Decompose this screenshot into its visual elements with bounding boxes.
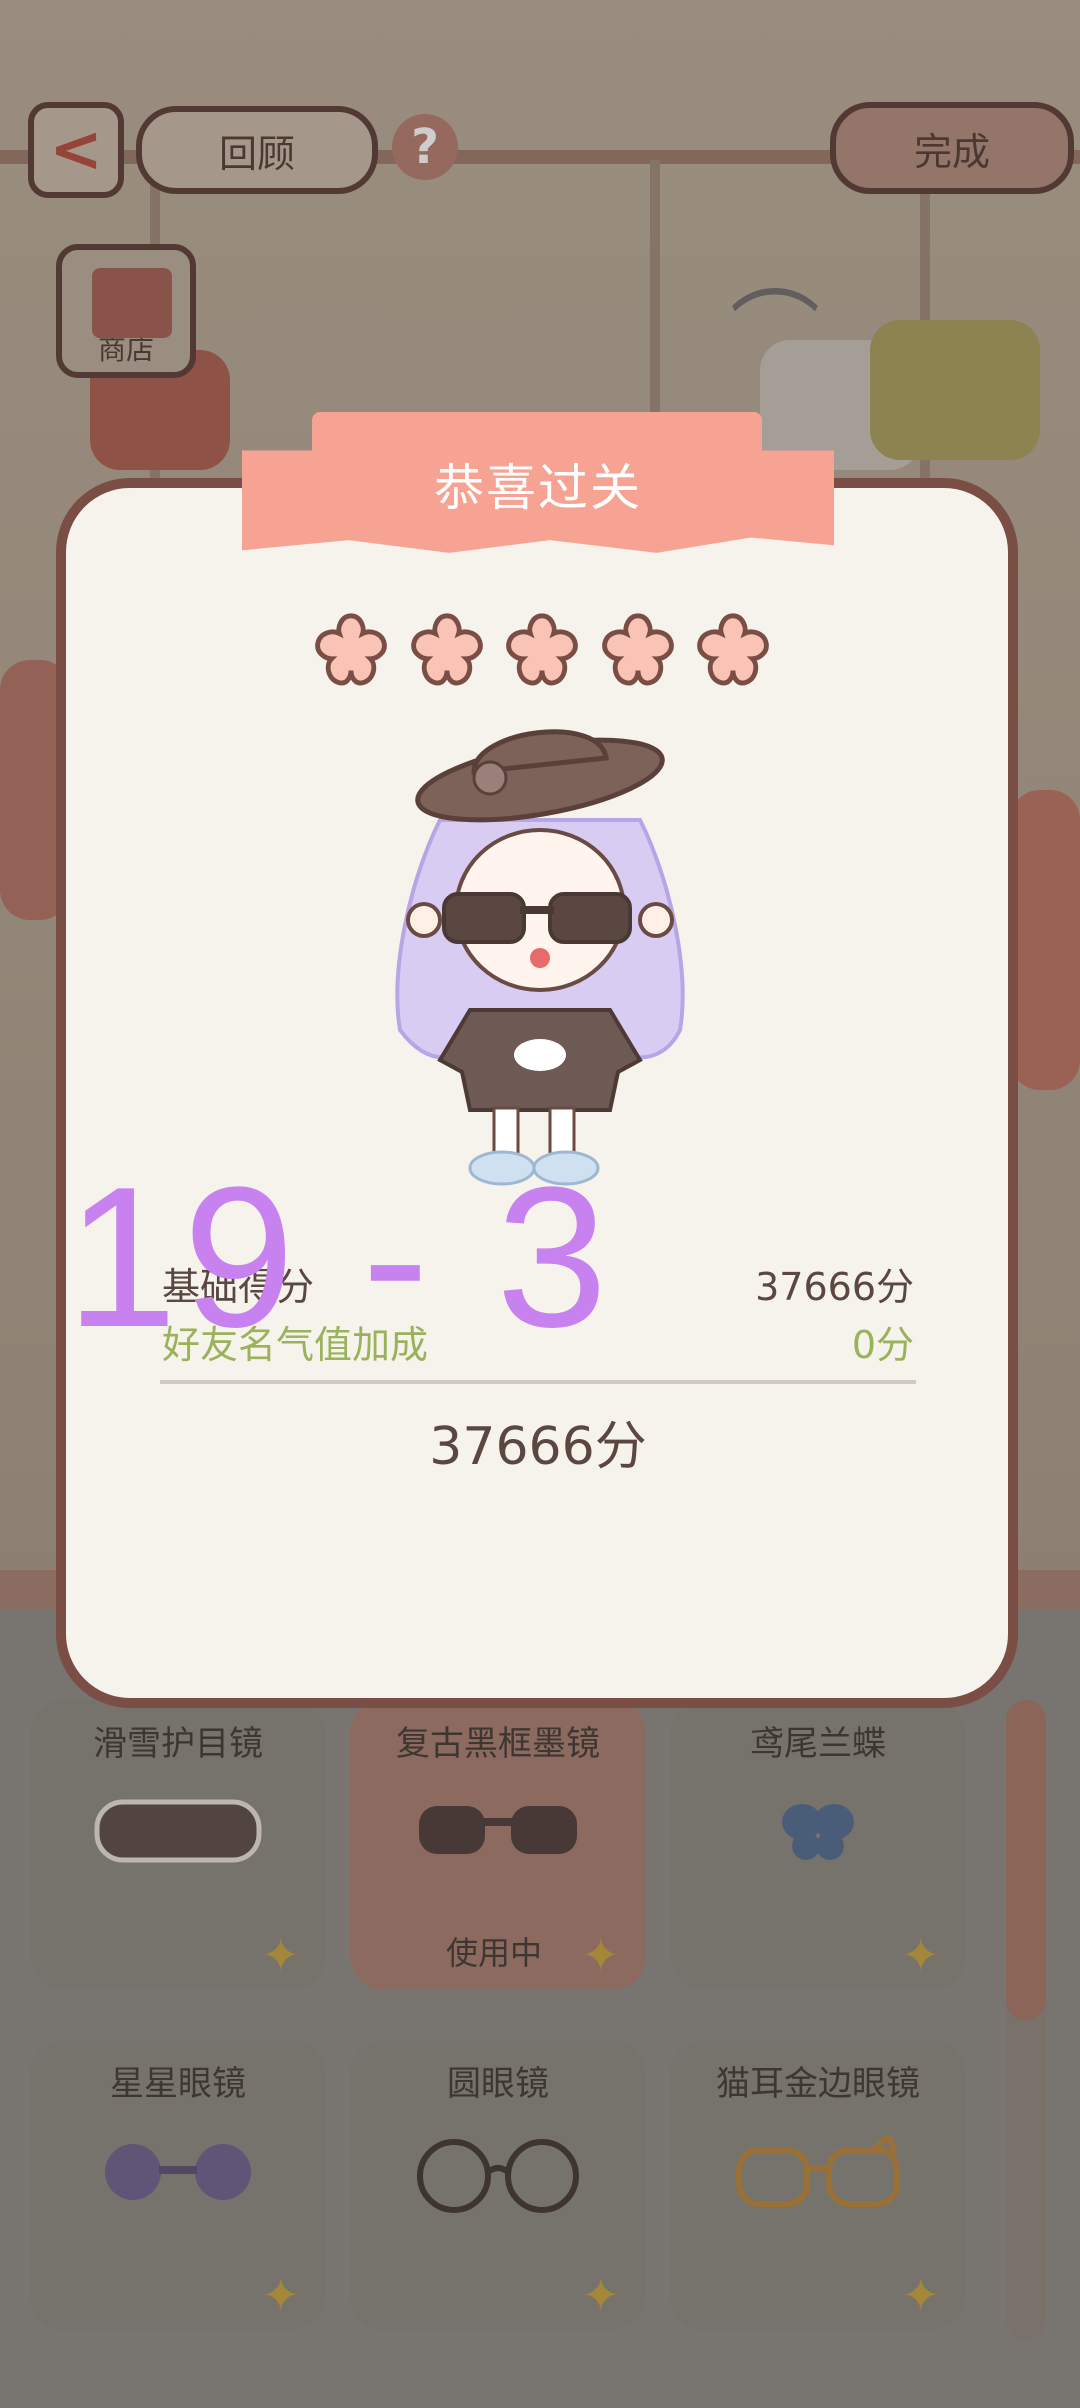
flower-star-icon — [410, 613, 483, 686]
score-value: 0分 — [851, 1323, 914, 1367]
character-avatar — [395, 729, 685, 1186]
star-rating — [312, 610, 772, 690]
total-score: 37666分 — [429, 1417, 647, 1477]
banner-title: 恭喜过关 — [434, 459, 642, 517]
level-overlay-number: 19 - 3 — [66, 1146, 614, 1369]
divider — [160, 1380, 916, 1384]
flower-star-icon — [601, 613, 674, 686]
score-value: 37666分 — [755, 1265, 914, 1309]
flower-star-icon — [506, 613, 578, 686]
flower-star-icon — [315, 613, 387, 686]
flower-star-icon — [697, 613, 769, 686]
